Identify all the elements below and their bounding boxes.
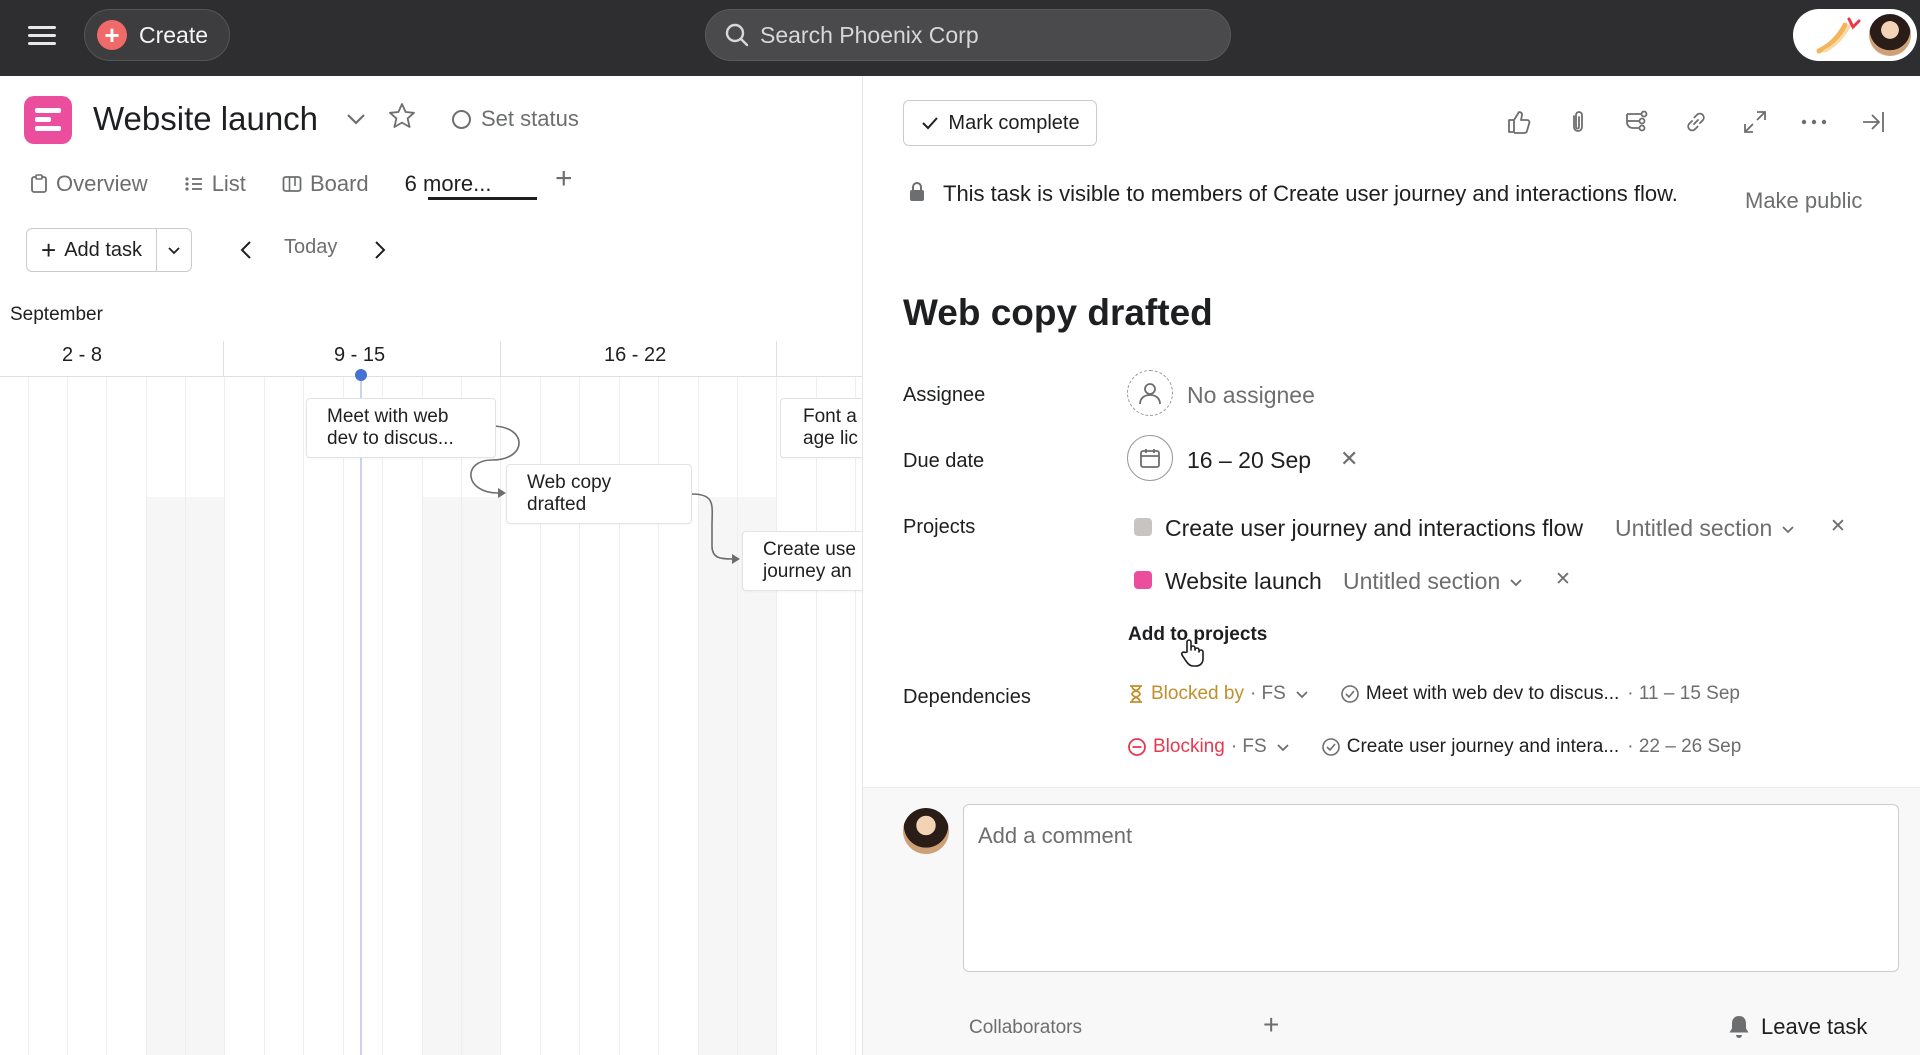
search-icon: [725, 23, 749, 47]
clear-due-date-icon[interactable]: ✕: [1340, 448, 1358, 470]
chevron-down-icon: [1296, 691, 1308, 699]
blocking-icon: [1128, 738, 1146, 756]
dependencies-label: Dependencies: [903, 686, 1031, 708]
assignee-label: Assignee: [903, 384, 986, 406]
chevron-down-icon: [1277, 744, 1289, 752]
task-detail-pane: Mark complete This task is visible to me…: [862, 76, 1920, 1055]
project-name[interactable]: Website launch: [1165, 568, 1322, 595]
section-dropdown[interactable]: Untitled section: [1343, 568, 1524, 595]
timeline-task-card[interactable]: Font a age lic: [780, 398, 862, 458]
dependency-fs-label: · FS: [1230, 736, 1267, 757]
assignee-value[interactable]: No assignee: [1187, 382, 1315, 409]
project-name[interactable]: Create user journey and interactions flo…: [1165, 515, 1583, 542]
dependency-task-link[interactable]: Meet with web dev to discus...: [1340, 683, 1619, 705]
timeline-task-line: journey an: [763, 561, 852, 582]
hourglass-icon: [1130, 685, 1142, 703]
blocking-dropdown[interactable]: Blocking: [1127, 736, 1225, 758]
privacy-notice: This task is visible to members of Creat…: [943, 181, 1678, 206]
chevron-down-icon: [1510, 578, 1522, 586]
hamburger-menu-icon[interactable]: [26, 22, 58, 54]
subtask-icon[interactable]: [1621, 106, 1653, 138]
bell-icon: [1729, 1016, 1749, 1038]
dependency-row: Blocking · FS Create user journey and in…: [1127, 736, 1741, 758]
celebration-icon: [1816, 17, 1861, 54]
timeline-task-line: age lic: [803, 428, 858, 449]
user-avatar[interactable]: [1869, 14, 1911, 56]
current-user-avatar: [903, 808, 949, 854]
lock-icon: [910, 182, 924, 201]
check-circle-icon: [1341, 685, 1359, 703]
add-collaborator-button[interactable]: +: [1263, 1011, 1279, 1039]
plus-icon: +: [97, 20, 127, 50]
timeline-task-line: Create use: [763, 539, 856, 560]
timeline-task-card[interactable]: Meet with web dev to discus...: [306, 398, 496, 458]
check-icon: [922, 117, 939, 130]
more-options-icon[interactable]: [1798, 106, 1830, 138]
remove-project-icon[interactable]: ✕: [1555, 570, 1571, 589]
blocked-by-dropdown[interactable]: Blocked by: [1127, 683, 1244, 705]
attachment-icon[interactable]: [1562, 106, 1594, 138]
dependency-connectors: [470, 425, 740, 564]
comment-input[interactable]: Add a comment: [963, 804, 1899, 972]
leave-task-button[interactable]: Leave task: [1727, 1014, 1867, 1040]
timeline-task-line: Web copy: [527, 472, 612, 493]
leave-task-label: Leave task: [1761, 1014, 1868, 1039]
section-name: Untitled section: [1615, 515, 1773, 541]
project-color-swatch: [1134, 571, 1152, 589]
make-public-button[interactable]: Make public: [1745, 188, 1862, 214]
mark-complete-label: Mark complete: [948, 111, 1080, 134]
search-placeholder: Search Phoenix Corp: [760, 21, 979, 48]
timeline-task-line: Meet with web: [327, 406, 449, 427]
collaborators-label: Collaborators: [969, 1017, 1082, 1038]
due-date-label: Due date: [903, 450, 985, 472]
create-label: Create: [139, 21, 209, 48]
projects-label: Projects: [903, 516, 976, 538]
like-icon[interactable]: [1503, 106, 1535, 138]
check-circle-icon: [1321, 738, 1340, 756]
section-dropdown[interactable]: Untitled section: [1615, 515, 1796, 542]
project-pane: Website launch Set status Overview List …: [0, 76, 862, 1055]
timeline-task-line: dev to discus...: [327, 428, 454, 449]
dependency-date: · 11 – 15 Sep: [1627, 683, 1740, 704]
dependency-fs-label: · FS: [1249, 683, 1286, 704]
dependency-fs-dropdown[interactable]: · FS: [1231, 736, 1291, 758]
top-bar: + Create Search Phoenix Corp: [0, 0, 1920, 76]
create-button[interactable]: + Create: [84, 9, 230, 61]
assignee-avatar-icon[interactable]: [1127, 370, 1173, 416]
section-name: Untitled section: [1343, 568, 1501, 594]
task-title[interactable]: Web copy drafted: [903, 292, 1213, 334]
due-date-value[interactable]: 16 – 20 Sep: [1187, 447, 1311, 474]
dependency-task-link[interactable]: Create user journey and intera...: [1321, 736, 1620, 758]
hand-cursor-icon: [1180, 639, 1204, 667]
dependency-type: Blocked by: [1151, 683, 1244, 704]
profile-menu[interactable]: [1793, 9, 1917, 61]
timeline-task-line: drafted: [527, 494, 587, 515]
expand-icon[interactable]: [1739, 106, 1771, 138]
dependency-task-name: Create user journey and intera...: [1346, 736, 1620, 757]
timeline-task-card[interactable]: Web copy drafted: [506, 464, 692, 524]
dependency-fs-dropdown[interactable]: · FS: [1250, 683, 1310, 705]
chevron-down-icon: [1782, 525, 1794, 533]
search-input[interactable]: Search Phoenix Corp: [705, 9, 1231, 61]
remove-project-icon[interactable]: ✕: [1830, 517, 1846, 536]
mark-complete-button[interactable]: Mark complete: [903, 100, 1097, 146]
dependency-type: Blocking: [1153, 736, 1225, 757]
calendar-icon[interactable]: [1127, 435, 1173, 481]
dependency-row: Blocked by · FS Meet with web dev to dis…: [1127, 683, 1740, 705]
dependency-task-name: Meet with web dev to discus...: [1365, 683, 1620, 704]
timeline-task-card[interactable]: Create use journey an: [742, 531, 862, 591]
close-panel-icon[interactable]: [1857, 106, 1889, 138]
dependency-date: · 22 – 26 Sep: [1627, 736, 1742, 757]
timeline-task-line: Font a: [803, 406, 857, 427]
link-icon[interactable]: [1680, 106, 1712, 138]
project-color-swatch: [1134, 518, 1152, 536]
